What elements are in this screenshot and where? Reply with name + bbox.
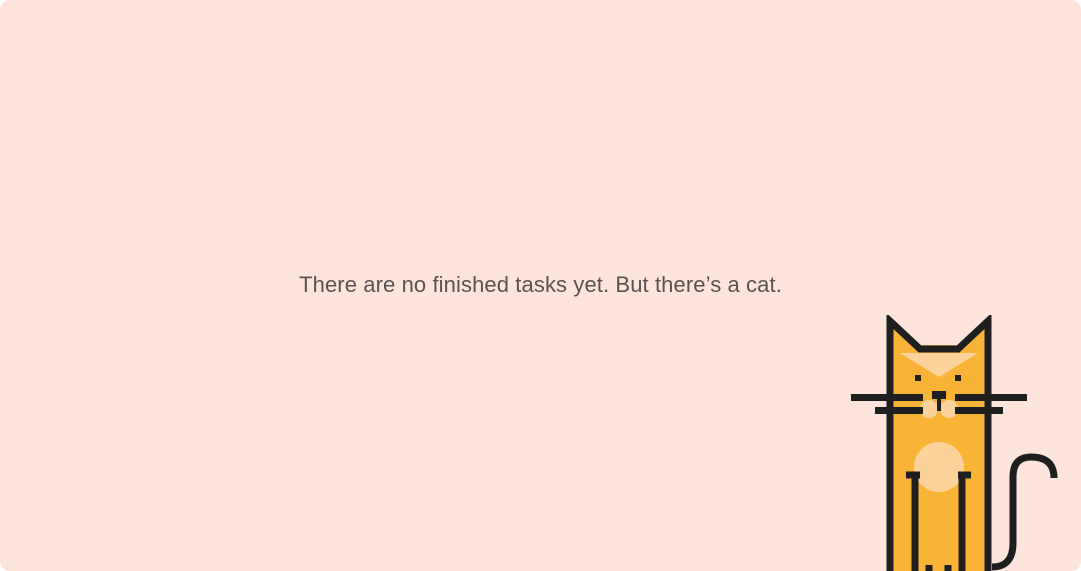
cat-whisker-left-bottom — [875, 407, 923, 414]
empty-state-message: There are no finished tasks yet. But the… — [299, 272, 782, 297]
cat-chest — [914, 442, 964, 492]
cat-whisker-left-top — [851, 394, 923, 401]
empty-state-panel: There are no finished tasks yet. But the… — [0, 0, 1081, 571]
cat-illustration — [851, 315, 1058, 571]
cat-left-eye — [915, 375, 921, 381]
cat-whisker-right-bottom — [955, 407, 1003, 414]
cat-mouth — [937, 397, 941, 411]
cat-right-eye — [955, 375, 961, 381]
cat-tail — [991, 453, 1058, 571]
cat-whisker-right-top — [955, 394, 1027, 401]
